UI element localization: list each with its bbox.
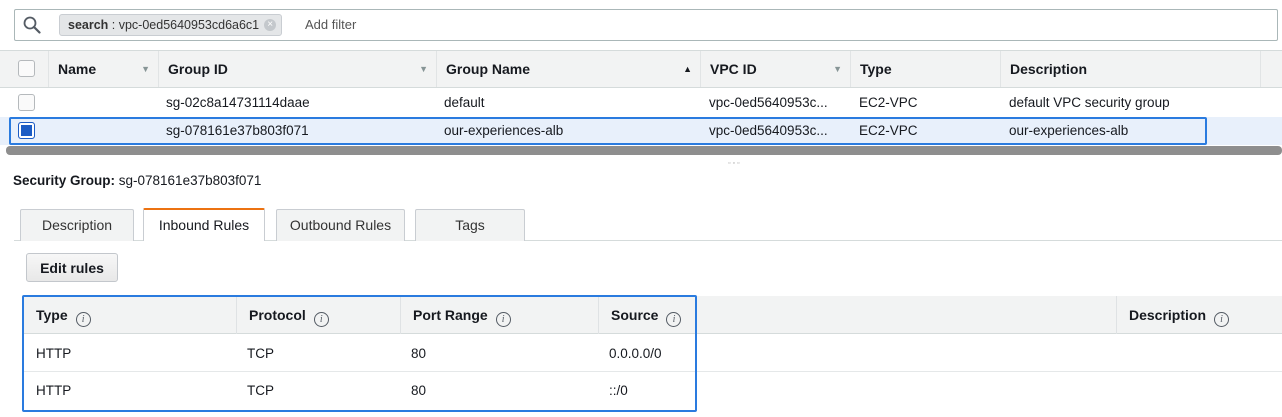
- tab-inbound-rules[interactable]: Inbound Rules: [143, 208, 265, 241]
- sort-icon: ▼: [833, 64, 842, 74]
- select-all-checkbox[interactable]: [18, 60, 35, 77]
- filter-token-key: search: [68, 18, 109, 32]
- column-label: Description: [1010, 61, 1088, 77]
- tab-outbound-rules[interactable]: Outbound Rules: [276, 209, 405, 241]
- cell-group-id: sg-02c8a14731114daae: [166, 95, 310, 110]
- column-label: Description: [1129, 307, 1207, 323]
- search-icon: [23, 16, 41, 34]
- pane-resize-handle-icon[interactable]: ▫▫▫: [728, 160, 741, 167]
- sort-icon: ▼: [141, 64, 150, 74]
- sort-icon: ▼: [419, 64, 428, 74]
- column-header-vpc-id[interactable]: VPC ID ▼: [700, 51, 850, 87]
- column-label: Type: [860, 61, 892, 77]
- tab-tags[interactable]: Tags: [415, 209, 525, 241]
- rules-highlight-box: [22, 295, 697, 412]
- filter-token: search : vpc-0ed5640953cd6a6c1 ×: [59, 14, 283, 36]
- column-label: Group Name: [446, 61, 531, 77]
- cell-group-name: default: [444, 95, 485, 110]
- edit-rules-button[interactable]: Edit rules: [26, 253, 118, 282]
- column-label: Group ID: [168, 61, 228, 77]
- remove-filter-icon[interactable]: ×: [264, 19, 277, 31]
- column-header-group-name[interactable]: Group Name ▲: [436, 51, 700, 87]
- column-header-extra: [1260, 51, 1282, 87]
- selected-row-highlight: [9, 117, 1207, 145]
- column-header-type[interactable]: Type: [850, 51, 1000, 87]
- column-header-group-id[interactable]: Group ID ▼: [158, 51, 436, 87]
- column-label: Name: [58, 61, 97, 77]
- cell-vpc-id: vpc-0ed5640953c...: [709, 95, 828, 110]
- cell-description: default VPC security group: [1009, 95, 1170, 110]
- row-checkbox[interactable]: [18, 94, 35, 111]
- title-label: Security Group:: [13, 173, 116, 188]
- table-header: Name ▼ Group ID ▼ Group Name ▲ VPC ID ▼ Type…: [0, 50, 1282, 88]
- column-header-description[interactable]: Description: [1000, 51, 1260, 87]
- cell-type: EC2-VPC: [859, 95, 918, 110]
- add-filter-input[interactable]: [305, 17, 605, 32]
- column-header-name[interactable]: Name ▼: [48, 51, 158, 87]
- security-group-title: Security Group: sg-078161e37b803f071: [13, 173, 261, 188]
- horizontal-scrollbar[interactable]: [6, 146, 1282, 155]
- column-label: VPC ID: [710, 61, 757, 77]
- table-row[interactable]: sg-02c8a14731114daae default vpc-0ed5640…: [0, 89, 1282, 117]
- filter-search-bar[interactable]: search : vpc-0ed5640953cd6a6c1 ×: [14, 9, 1278, 41]
- column-header-description[interactable]: Description i: [1116, 296, 1282, 334]
- filter-token-value: : vpc-0ed5640953cd6a6c1: [108, 18, 260, 32]
- tab-description[interactable]: Description: [20, 209, 134, 241]
- sort-ascending-icon: ▲: [683, 64, 692, 74]
- info-icon[interactable]: i: [1214, 312, 1230, 327]
- title-value: sg-078161e37b803f071: [115, 173, 262, 188]
